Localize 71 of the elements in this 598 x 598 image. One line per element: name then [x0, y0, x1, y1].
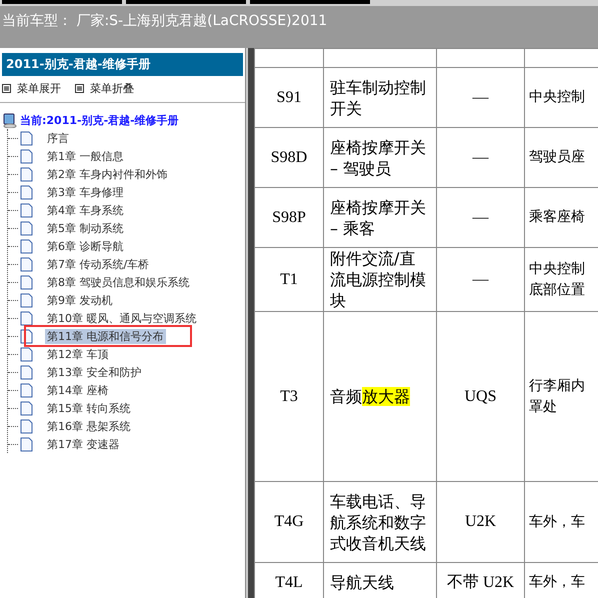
vehicle-title: 当前车型： 厂家:S-上海别克君越(LaCROSSE)2011 [2, 13, 328, 29]
tree-item[interactable]: 第2章 车身内衬件和外饰 [45, 166, 170, 182]
document-icon [20, 256, 33, 272]
table-cell: 座椅按摩开关 – 驾驶员 [330, 138, 426, 178]
document-icon [20, 166, 33, 182]
tree-item[interactable]: 序言 [45, 130, 71, 146]
table-cell: 驻车制动控制开关 [330, 78, 426, 118]
computer-icon [3, 113, 17, 128]
table-cell: U2K [464, 513, 496, 530]
document-icon [20, 400, 33, 416]
document-icon [20, 292, 33, 308]
tree-item[interactable]: 第6章 诊断导航 [45, 238, 126, 254]
tree-item[interactable]: 第1章 一般信息 [45, 148, 126, 164]
document-icon [20, 418, 33, 434]
table-cell: 座椅按摩开关 – 乘客 [330, 198, 426, 238]
table-cell: 驾驶员座 [529, 149, 585, 165]
table-cell: T4L [275, 574, 303, 590]
document-icon [20, 382, 33, 398]
tree-item[interactable]: 第3章 车身修理 [45, 184, 126, 200]
document-icon [20, 220, 33, 236]
table-cell: — [472, 148, 488, 166]
table-cell: 行李厢内 罩处 [529, 378, 585, 414]
tree-item[interactable]: 第11章 电源和信号分布 [45, 328, 166, 344]
document-icon [20, 130, 33, 146]
splitter[interactable] [246, 48, 254, 598]
tree-item[interactable]: 第17章 变速器 [45, 436, 122, 452]
table-cell: UQS [464, 388, 496, 404]
table-cell: T3 [280, 388, 298, 404]
document-icon [20, 310, 33, 326]
tree-item[interactable]: 第14章 座椅 [45, 382, 110, 398]
table-cell: — [472, 208, 488, 226]
table-cell: — [472, 88, 488, 106]
table-cell: 中央控制 底部位置 [529, 260, 585, 298]
document-icon [20, 274, 33, 290]
tree-item[interactable]: 第8章 驾驶员信息和娱乐系统 [45, 274, 192, 290]
tree-item[interactable]: 第13章 安全和防护 [45, 364, 144, 380]
tree-item[interactable]: 第15章 转向系统 [45, 400, 132, 416]
menu-toggle-button[interactable]: 菜单折叠 [75, 81, 134, 96]
table-cell: S91 [276, 88, 302, 106]
table-cell: 车载电话、导航系统和数字式收音机天线 [330, 492, 426, 552]
list-icon [75, 84, 84, 93]
table-cell: 导航天线 [330, 573, 394, 592]
document-icon [20, 346, 33, 362]
table-cell: 车外，车 [529, 514, 585, 530]
table-cell: 车外，车 [529, 574, 585, 590]
tree-root-label[interactable]: 当前:2011-别克-君越-维修手册 [20, 113, 179, 128]
document-icon [20, 148, 33, 164]
document-icon [20, 238, 33, 254]
document-icon [20, 364, 33, 380]
document-icon [20, 436, 33, 452]
table-cell: 中央控制 [529, 89, 585, 105]
tree-item[interactable]: 第10章 暖风、通风与空调系统 [45, 310, 198, 326]
document-icon [20, 184, 33, 200]
tree-item[interactable]: 第16章 悬架系统 [45, 418, 132, 434]
document-icon [20, 202, 33, 218]
table-cell: T4G [274, 513, 304, 530]
tree-item[interactable]: 第5章 制动系统 [45, 220, 126, 236]
table-cell: S98D [270, 148, 308, 166]
table-cell: 附件交流/直流电源控制模块 [330, 249, 426, 310]
table-cell: S98P [272, 208, 306, 226]
table-cell: 音频放大器 [330, 387, 410, 406]
table-cell: 不带 U2K [446, 574, 514, 591]
table-cell: 乘客座椅 [529, 209, 585, 225]
tree-item[interactable]: 第4章 车身系统 [45, 202, 126, 218]
tree-item[interactable]: 第12章 车顶 [45, 346, 110, 362]
table-cell: — [472, 270, 488, 288]
table-cell: T1 [280, 270, 298, 288]
menu-toggle-button[interactable]: 菜单展开 [2, 81, 61, 96]
tree-item[interactable]: 第7章 传动系统/车桥 [45, 256, 152, 272]
manual-title: 2011-别克-君越-维修手册 [2, 53, 243, 76]
tree-item[interactable]: 第9章 发动机 [45, 292, 114, 308]
